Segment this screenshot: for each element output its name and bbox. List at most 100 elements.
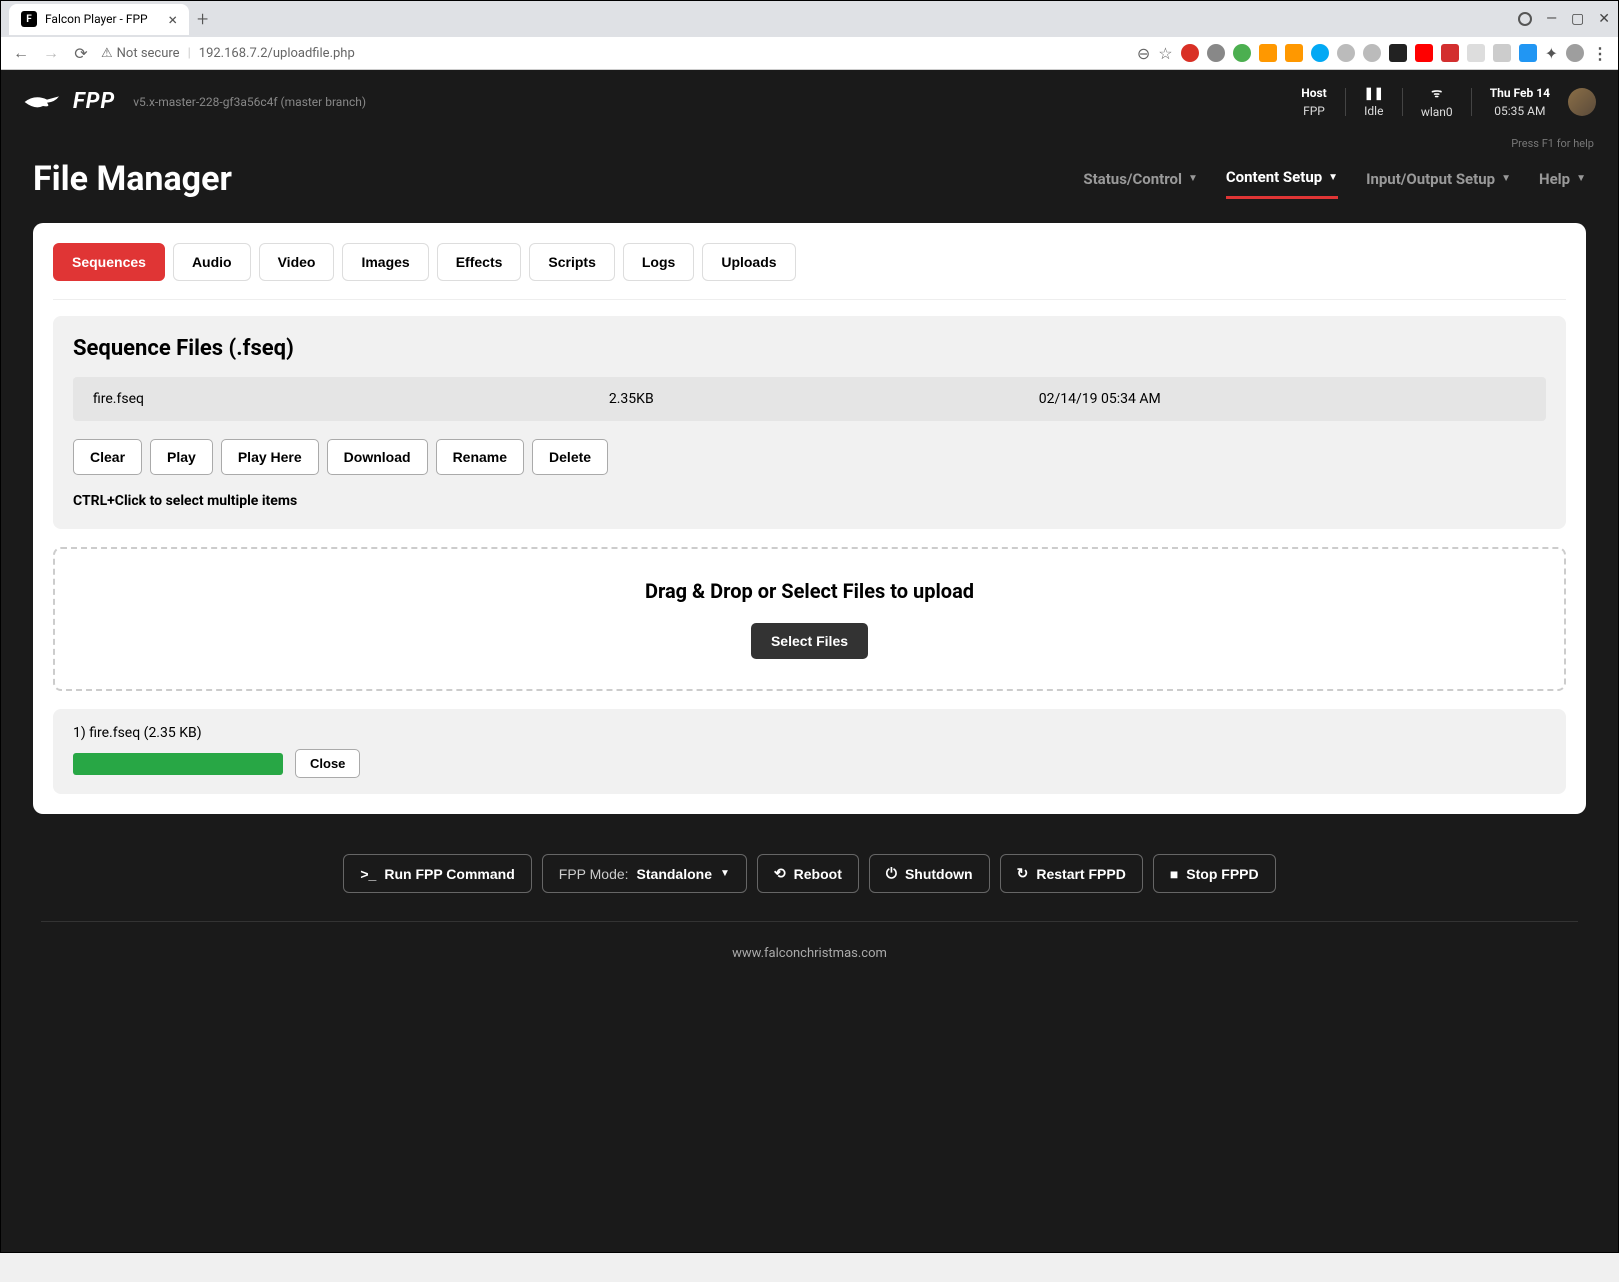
star-icon[interactable]: ☆ — [1158, 44, 1172, 63]
nav-content-setup[interactable]: Content Setup▼ — [1226, 158, 1338, 199]
forward-button[interactable]: → — [41, 43, 61, 63]
avatar[interactable] — [1568, 88, 1596, 116]
close-upload-button[interactable]: Close — [295, 749, 360, 778]
security-warning: ⚠ Not secure — [101, 46, 180, 61]
nav-io-setup[interactable]: Input/Output Setup▼ — [1366, 158, 1511, 199]
chevron-down-icon: ▼ — [1576, 173, 1586, 184]
wifi-icon: ᯤ — [1421, 84, 1453, 101]
chevron-down-icon: ▼ — [1328, 172, 1338, 183]
reload-button[interactable]: ⟳ — [71, 44, 91, 63]
stop-fppd-button[interactable]: ■ Stop FPPD — [1153, 854, 1276, 893]
nav-menu: Status/Control▼ Content Setup▼ Input/Out… — [1083, 158, 1586, 199]
tab-title: Falcon Player - FPP — [45, 12, 148, 26]
site-footer[interactable]: www.falconchristmas.com — [41, 921, 1578, 1011]
separator — [1471, 88, 1472, 116]
shutdown-button[interactable]: ⏻ Shutdown — [869, 854, 990, 893]
profile-icon[interactable] — [1566, 44, 1584, 62]
separator — [1345, 88, 1346, 116]
close-tab-icon[interactable]: × — [168, 10, 177, 29]
file-date: 02/14/19 05:34 AM — [1039, 391, 1526, 407]
extension-icon[interactable] — [1415, 44, 1433, 62]
tab-logs[interactable]: Logs — [623, 243, 694, 281]
play-button[interactable]: Play — [150, 439, 213, 475]
extension-icon[interactable] — [1259, 44, 1277, 62]
tabs: Sequences Audio Video Images Effects Scr… — [53, 243, 1566, 300]
dropzone-title: Drag & Drop or Select Files to upload — [85, 579, 1534, 603]
zoom-icon[interactable]: ⊖ — [1137, 44, 1150, 63]
extension-icon[interactable] — [1441, 44, 1459, 62]
file-row[interactable]: fire.fseq 2.35KB 02/14/19 05:34 AM — [73, 377, 1546, 421]
clear-button[interactable]: Clear — [73, 439, 142, 475]
app-body: FPP v5.x-master-228-gf3a56c4f (master br… — [1, 70, 1618, 1252]
multi-select-hint: CTRL+Click to select multiple items — [73, 493, 1546, 509]
extension-icon[interactable] — [1337, 44, 1355, 62]
browser-chrome: F Falcon Player - FPP × + — ▢ ✕ ← → ⟳ ⚠ … — [0, 0, 1619, 1253]
extension-icon[interactable] — [1285, 44, 1303, 62]
host-stat: Host FPP — [1301, 86, 1326, 118]
network-stat: ᯤ wlan0 — [1421, 84, 1453, 119]
run-command-button[interactable]: >_ Run FPP Command — [343, 854, 531, 893]
upload-status: 1) fire.fseq (2.35 KB) Close — [53, 709, 1566, 794]
tab-audio[interactable]: Audio — [173, 243, 251, 281]
menu-icon[interactable]: ⋮ — [1592, 44, 1608, 63]
tab-bar: F Falcon Player - FPP × + — ▢ ✕ — [1, 1, 1618, 37]
extension-icon[interactable] — [1493, 44, 1511, 62]
extension-icon[interactable] — [1467, 44, 1485, 62]
url-bar[interactable]: ⚠ Not secure | 192.168.7.2/uploadfile.ph… — [101, 46, 355, 61]
url-text: 192.168.7.2/uploadfile.php — [199, 46, 355, 61]
upload-label: 1) fire.fseq (2.35 KB) — [73, 725, 1546, 741]
extensions-puzzle-icon[interactable]: ✦ — [1545, 44, 1558, 63]
extension-icon[interactable] — [1519, 44, 1537, 62]
back-button[interactable]: ← — [11, 43, 31, 63]
version-text: v5.x-master-228-gf3a56c4f (master branch… — [133, 95, 366, 109]
tab-uploads[interactable]: Uploads — [702, 243, 795, 281]
download-button[interactable]: Download — [327, 439, 428, 475]
tab-sequences[interactable]: Sequences — [53, 243, 165, 281]
extension-icon[interactable] — [1311, 44, 1329, 62]
separator — [1402, 88, 1403, 116]
tab-images[interactable]: Images — [342, 243, 428, 281]
new-tab-button[interactable]: + — [197, 7, 208, 31]
falcon-icon — [23, 90, 63, 114]
maximize-icon[interactable]: ▢ — [1571, 11, 1584, 27]
extension-icon[interactable] — [1363, 44, 1381, 62]
window-circle-icon[interactable] — [1518, 12, 1532, 26]
delete-button[interactable]: Delete — [532, 439, 608, 475]
content-wrap: Sequences Audio Video Images Effects Scr… — [1, 223, 1618, 814]
datetime: Thu Feb 14 05:35 AM — [1490, 86, 1550, 118]
minimize-icon[interactable]: — — [1546, 11, 1557, 27]
refresh-icon: ↻ — [1017, 865, 1029, 882]
play-here-button[interactable]: Play Here — [221, 439, 319, 475]
nav-status-control[interactable]: Status/Control▼ — [1083, 158, 1197, 199]
browser-tab[interactable]: F Falcon Player - FPP × — [9, 4, 189, 35]
dropzone[interactable]: Drag & Drop or Select Files to upload Se… — [53, 547, 1566, 691]
favicon: F — [21, 11, 37, 27]
status-stat: ❚❚ Idle — [1364, 86, 1384, 118]
extension-icon[interactable] — [1181, 44, 1199, 62]
nav-bar: ← → ⟳ ⚠ Not secure | 192.168.7.2/uploadf… — [1, 37, 1618, 70]
extension-icon[interactable] — [1207, 44, 1225, 62]
content-card: Sequences Audio Video Images Effects Scr… — [33, 223, 1586, 814]
sync-icon: ⟲ — [774, 865, 786, 882]
tab-effects[interactable]: Effects — [437, 243, 522, 281]
extension-icon[interactable] — [1389, 44, 1407, 62]
tab-scripts[interactable]: Scripts — [529, 243, 614, 281]
rename-button[interactable]: Rename — [436, 439, 524, 475]
fpp-mode-button[interactable]: FPP Mode: Standalone ▼ — [542, 854, 747, 893]
pause-icon: ❚❚ — [1364, 86, 1384, 100]
chevron-down-icon: ▼ — [720, 868, 730, 879]
close-window-icon[interactable]: ✕ — [1598, 11, 1610, 27]
nav-help[interactable]: Help▼ — [1539, 158, 1586, 199]
extension-icons: ⊖ ☆ ✦ ⋮ — [1137, 44, 1608, 63]
action-buttons: Clear Play Play Here Download Rename Del… — [73, 439, 1546, 475]
title-nav: File Manager Status/Control▼ Content Set… — [1, 150, 1618, 223]
terminal-icon: >_ — [360, 866, 376, 882]
tab-video[interactable]: Video — [259, 243, 335, 281]
extension-icon[interactable] — [1233, 44, 1251, 62]
restart-fppd-button[interactable]: ↻ Restart FPPD — [1000, 854, 1143, 893]
power-icon: ⏻ — [886, 865, 897, 882]
logo[interactable]: FPP — [23, 89, 115, 114]
app-header: FPP v5.x-master-228-gf3a56c4f (master br… — [1, 70, 1618, 133]
reboot-button[interactable]: ⟲ Reboot — [757, 854, 859, 893]
select-files-button[interactable]: Select Files — [751, 623, 868, 659]
